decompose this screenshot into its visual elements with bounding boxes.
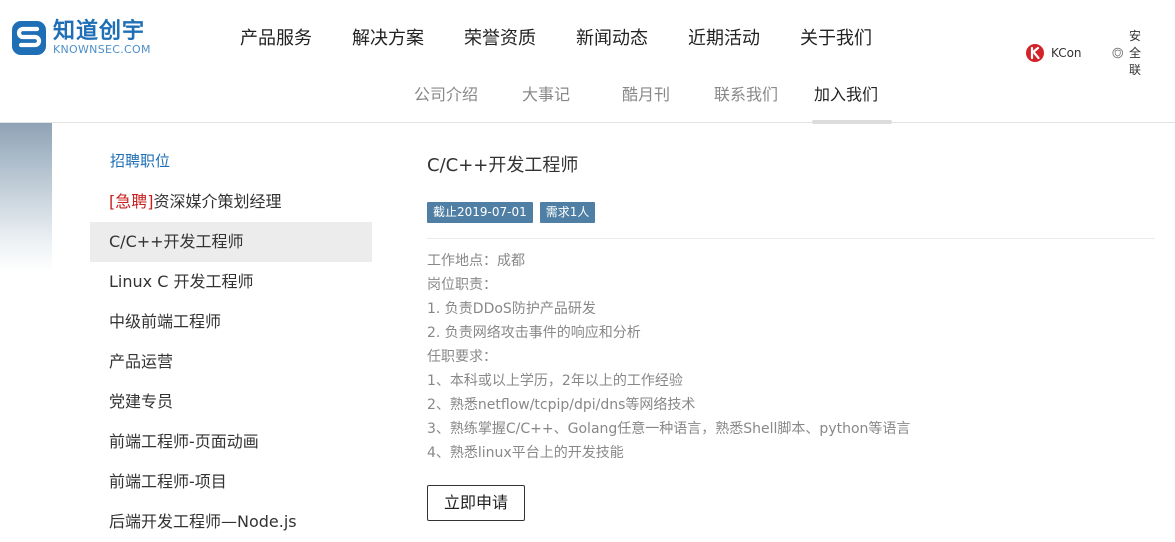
desc-line: 1、本科或以上学历，2年以上的工作经验 [427, 373, 683, 389]
desc-line: 2. 负责网络攻击事件的响应和分析 [427, 325, 641, 341]
job-item-urgent[interactable]: [急聘]资深媒介策划经理 [90, 182, 372, 222]
apply-button[interactable]: 立即申请 [427, 485, 525, 521]
job-item-frontend-animation[interactable]: 前端工程师-页面动画 [90, 422, 372, 462]
brand-name: 知道创宇 [53, 18, 146, 44]
sidebar-title: 招聘职位 [110, 152, 171, 170]
nav-about[interactable]: 关于我们 [800, 26, 872, 52]
desc-line: 1. 负责DDoS防护产品研发 [427, 301, 596, 317]
job-item-linux-c[interactable]: Linux C 开发工程师 [90, 262, 372, 302]
job-description: 工作地点：成都 岗位职责： 1. 负责DDoS防护产品研发 2. 负责网络攻击事… [427, 249, 1155, 465]
desc-line: 岗位职责： [427, 277, 497, 293]
desc-line: 2、熟悉netflow/tcpip/dpi/dns等网络技术 [427, 397, 696, 413]
headcount-tag: 需求1人 [539, 202, 596, 223]
nav-honors[interactable]: 荣誉资质 [464, 26, 536, 52]
kcon-logo-icon [1026, 43, 1044, 62]
main-nav: 产品服务 解决方案 荣誉资质 新闻动态 近期活动 关于我们 [240, 26, 912, 52]
subnav-milestones[interactable]: 大事记 [496, 84, 596, 106]
security-alliance-link[interactable]: 安全联 [1111, 27, 1150, 78]
detail-divider [427, 238, 1155, 239]
job-item-product-ops[interactable]: 产品运营 [90, 342, 372, 382]
security-alliance-label: 安全联 [1128, 29, 1141, 77]
decorative-banner-edge [0, 123, 52, 273]
desc-line: 4、熟悉linux平台上的开发技能 [427, 445, 624, 461]
subnav-join-us[interactable]: 加入我们 [796, 84, 896, 106]
desc-line: 工作地点：成都 [427, 253, 525, 269]
nav-solutions[interactable]: 解决方案 [352, 26, 424, 52]
subnav-contact[interactable]: 联系我们 [696, 84, 796, 106]
desc-line: 3、熟练掌握C/C++、Golang任意一种语言，熟悉Shell脚本、pytho… [427, 421, 911, 437]
brand-name-en: KNOWNSEC.COM [53, 42, 151, 56]
nav-news[interactable]: 新闻动态 [576, 26, 648, 52]
sub-nav: 公司介绍 大事记 酷月刊 联系我们 加入我们 [396, 84, 896, 106]
knownsec-logo-icon [12, 21, 46, 55]
desc-line: 任职要求： [427, 349, 497, 365]
job-item-party-affairs[interactable]: 党建专员 [90, 382, 372, 422]
kcon-label: KCon [1051, 45, 1082, 60]
shield-badge-icon [1111, 47, 1123, 58]
urgent-prefix: [急聘] [109, 192, 154, 211]
site-header: 知道创宇 KNOWNSEC.COM 产品服务 解决方案 荣誉资质 新闻动态 近期… [0, 0, 1175, 124]
subnav-active-indicator [812, 120, 892, 124]
job-sidebar: 招聘职位 [急聘]资深媒介策划经理 C/C++开发工程师 Linux C 开发工… [90, 140, 372, 542]
job-item-mid-frontend[interactable]: 中级前端工程师 [90, 302, 372, 342]
right-links: KCon 安全联 [1025, 27, 1175, 78]
job-item-cpp[interactable]: C/C++开发工程师 [90, 222, 372, 262]
kcon-link[interactable]: KCon [1025, 43, 1082, 63]
subnav-monthly[interactable]: 酷月刊 [596, 84, 696, 106]
job-tags: 截止2019-07-01 需求1人 [427, 202, 1155, 223]
nav-events[interactable]: 近期活动 [688, 26, 760, 52]
job-detail: C/C++开发工程师 截止2019-07-01 需求1人 工作地点：成都 岗位职… [427, 150, 1155, 521]
brand-logo[interactable]: 知道创宇 KNOWNSEC.COM [11, 20, 151, 56]
job-item-backend-node[interactable]: 后端开发工程师—Node.js [90, 502, 372, 542]
nav-products[interactable]: 产品服务 [240, 26, 312, 52]
deadline-tag: 截止2019-07-01 [427, 202, 533, 223]
job-item-label: 资深媒介策划经理 [153, 192, 282, 211]
subnav-company-intro[interactable]: 公司介绍 [396, 84, 496, 106]
job-title: C/C++开发工程师 [427, 155, 579, 176]
job-item-frontend-project[interactable]: 前端工程师-项目 [90, 462, 372, 502]
